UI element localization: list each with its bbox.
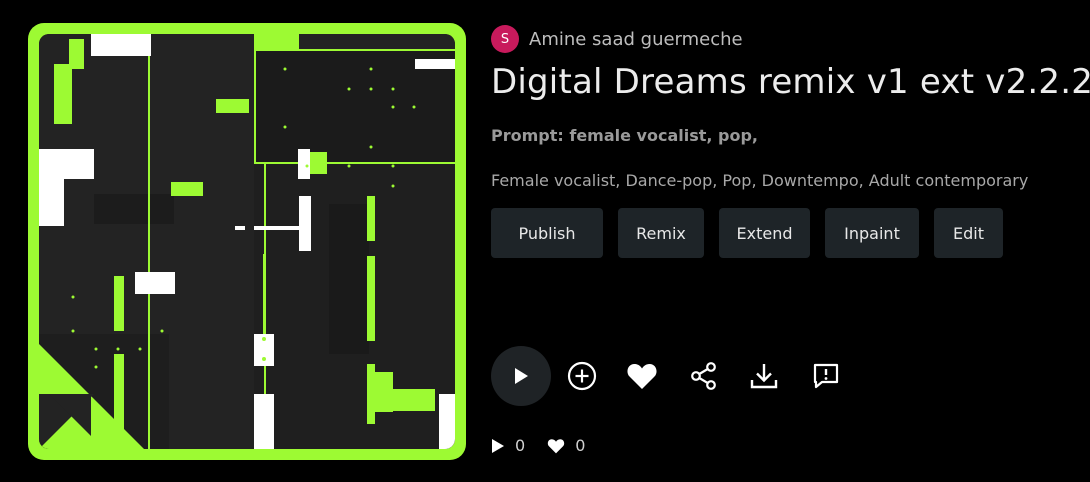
play-count: 0 <box>491 436 525 455</box>
extend-button[interactable]: Extend <box>719 208 810 258</box>
play-count-value: 0 <box>515 436 526 455</box>
publish-button[interactable]: Publish <box>491 208 603 258</box>
download-icon <box>750 364 778 389</box>
artist-row[interactable]: S Amine saad guermeche <box>491 25 743 53</box>
play-icon <box>515 368 528 384</box>
avatar[interactable]: S <box>491 25 519 53</box>
add-to-playlist-button[interactable] <box>564 358 600 394</box>
report-comment-icon <box>813 363 839 389</box>
heart-icon <box>627 364 657 389</box>
remix-button[interactable]: Remix <box>618 208 704 258</box>
cover-art-image <box>39 34 455 449</box>
stats-row: 0 0 <box>491 436 607 455</box>
play-button[interactable] <box>491 346 551 406</box>
inpaint-button[interactable]: Inpaint <box>825 208 919 258</box>
like-button[interactable] <box>624 358 660 394</box>
share-button[interactable] <box>686 358 722 394</box>
like-count: 0 <box>547 436 585 455</box>
artist-name[interactable]: Amine saad guermeche <box>529 29 743 50</box>
song-title: Digital Dreams remix v1 ext v2.2.2 <box>491 62 1090 102</box>
report-button[interactable] <box>808 358 844 394</box>
download-button[interactable] <box>746 358 782 394</box>
like-count-icon <box>548 438 565 453</box>
action-buttons: Publish Remix Extend Inpaint Edit <box>491 208 1018 258</box>
cover-art[interactable] <box>28 23 466 460</box>
like-count-value: 0 <box>575 436 586 455</box>
edit-button[interactable]: Edit <box>934 208 1003 258</box>
add-circle-icon <box>567 361 597 391</box>
song-tags: Female vocalist, Dance-pop, Pop, Downtem… <box>491 171 1029 190</box>
song-prompt: Prompt: female vocalist, pop, <box>491 126 759 145</box>
play-count-icon <box>492 438 504 453</box>
share-icon <box>691 362 716 390</box>
